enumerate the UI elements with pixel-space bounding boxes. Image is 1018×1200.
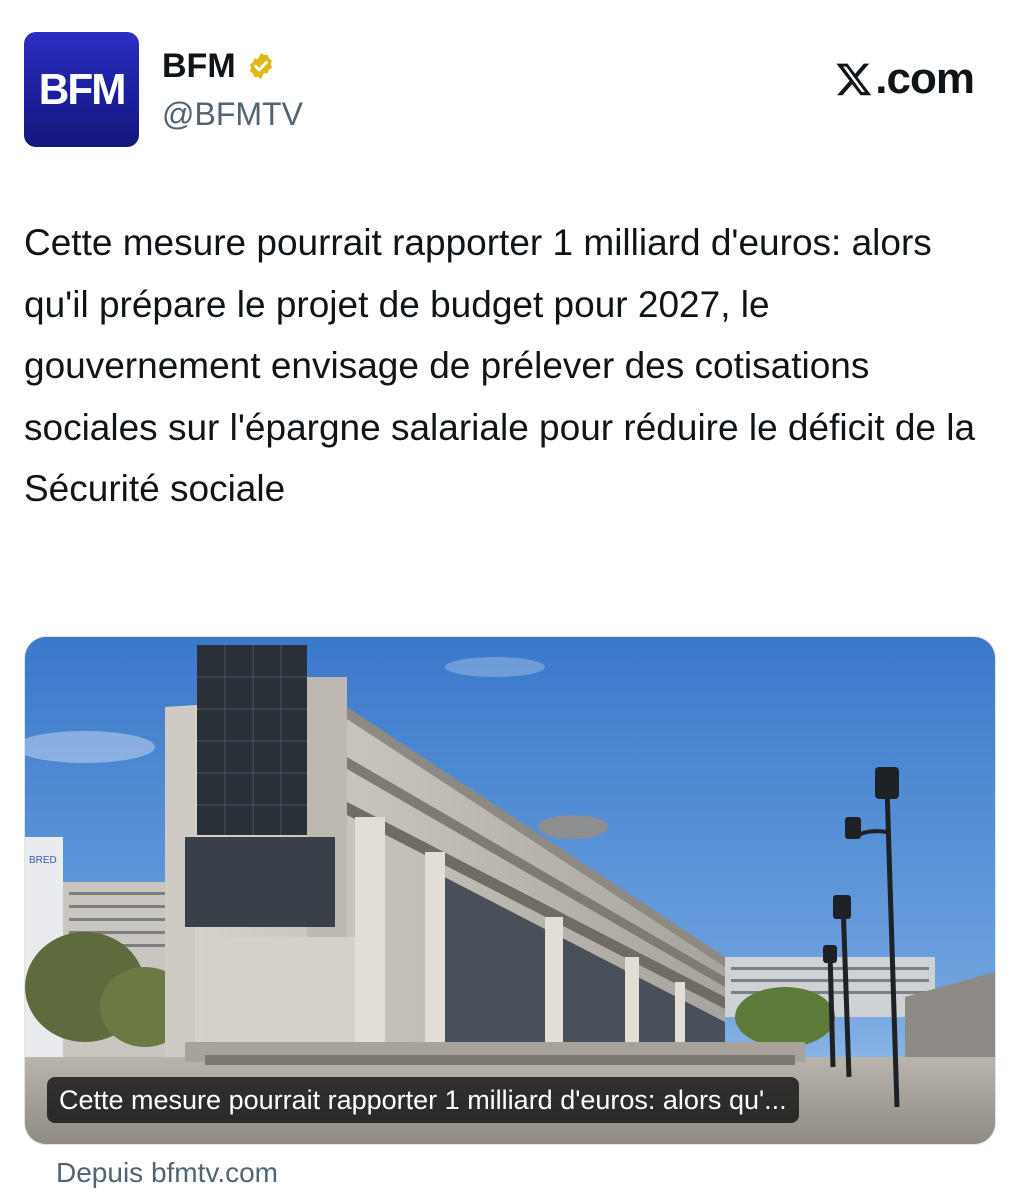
author-name-row[interactable]: BFM [162, 46, 276, 86]
x-com-label: .com [875, 54, 975, 103]
bred-sign: BRED [29, 855, 57, 866]
link-card-caption[interactable]: Cette mesure pourrait rapporter 1 millia… [47, 1077, 799, 1123]
avatar-logo-text: BFM [38, 64, 127, 114]
display-name[interactable]: BFM [162, 46, 236, 86]
tweet-header: BFM BFM @BFMTV .com [24, 32, 994, 148]
verified-badge-icon [249, 52, 272, 80]
link-source[interactable]: Depuis bfmtv.com [56, 1153, 278, 1193]
author-handle[interactable]: @BFMTV [162, 94, 303, 134]
link-card[interactable]: BRED Cette mesure pourrait rapporter 1 m… [24, 636, 996, 1145]
x-logo-icon [836, 63, 872, 96]
tweet-text: Cette mesure pourrait rapporter 1 millia… [24, 222, 976, 509]
x-com-brand: .com [835, 54, 975, 104]
avatar[interactable]: BFM [24, 32, 139, 147]
link-card-image: BRED [25, 637, 995, 1144]
